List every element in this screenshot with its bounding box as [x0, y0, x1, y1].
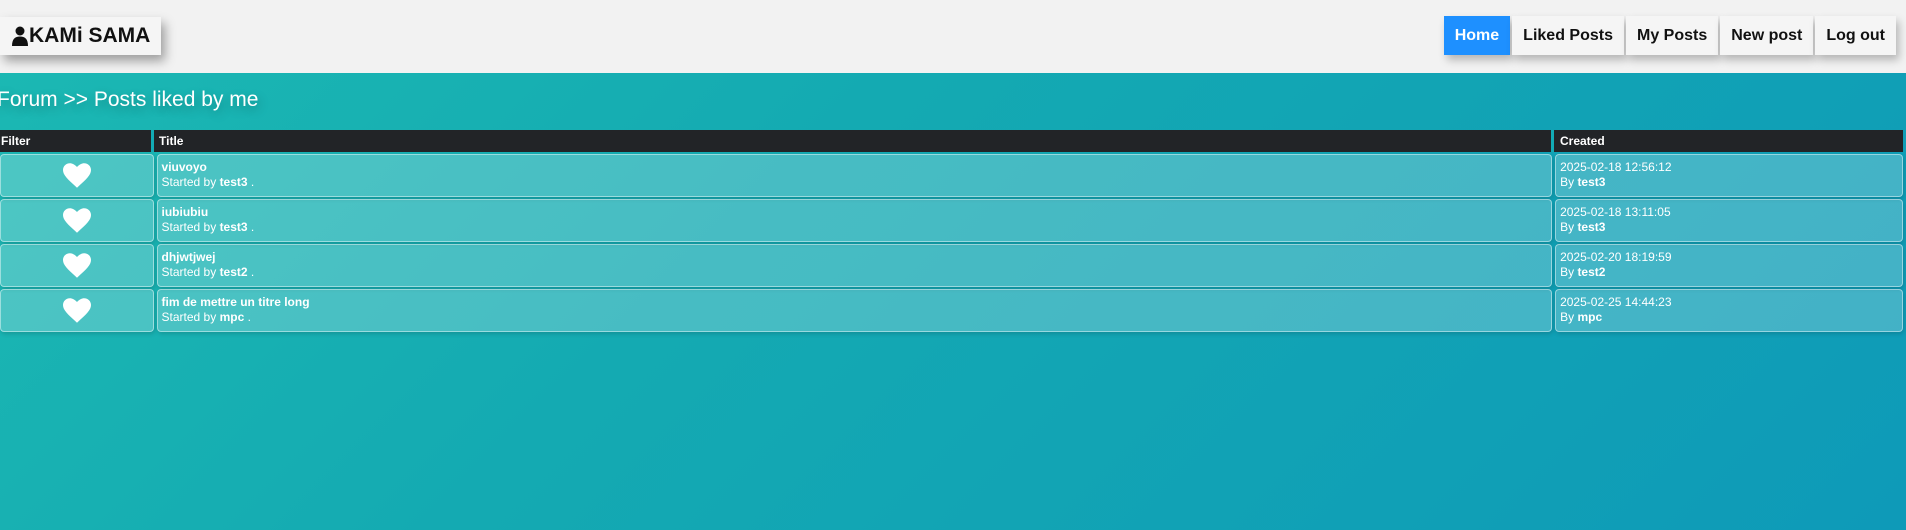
post-author: mpc [219, 310, 245, 324]
heart-icon[interactable] [62, 208, 91, 233]
brand[interactable]: KAMi SAMA [0, 17, 162, 55]
like-toggle-cell[interactable] [0, 289, 154, 332]
nav-home-button[interactable]: Home [1443, 16, 1511, 55]
created-author: test2 [1577, 265, 1606, 279]
post-starter: Started by test3 . [162, 175, 255, 189]
like-toggle-cell[interactable] [0, 154, 154, 197]
table-row: iubiubiu Started by test3 . 2025-02-18 13:… [0, 199, 1903, 242]
column-header-created: Created [1554, 130, 1903, 152]
post-title-cell: iubiubiu Started by test3 . [156, 199, 1553, 242]
user-icon [12, 26, 28, 46]
table-row: fim de mettre un titre long Started by mp… [0, 289, 1903, 332]
created-by: By mpc [1560, 310, 1602, 324]
started-by-label: Started by [161, 220, 217, 234]
suffix-dot: . [250, 265, 255, 279]
brand-name: KAMi SAMA [29, 24, 151, 47]
heart-icon[interactable] [62, 253, 91, 278]
table-row: dhjwtjwej Started by test2 . 2025-02-20 18… [0, 244, 1903, 287]
post-starter: Started by mpc . [162, 310, 251, 324]
started-by-label: Started by [161, 265, 217, 279]
by-label: By [1560, 220, 1575, 234]
post-created-cell: 2025-02-18 12:56:12 By test3 [1555, 154, 1903, 197]
post-title-link[interactable]: dhjwtjwej [162, 250, 1548, 265]
created-by: By test3 [1560, 175, 1605, 189]
suffix-dot: . [250, 220, 255, 234]
post-author: test2 [219, 265, 248, 279]
post-title-link[interactable]: iubiubiu [162, 205, 1548, 220]
created-timestamp: 2025-02-20 18:19:59 [1560, 250, 1672, 264]
post-starter: Started by test3 . [162, 220, 255, 234]
post-title-cell: dhjwtjwej Started by test2 . [156, 244, 1553, 287]
post-created-cell: 2025-02-18 13:11:05 By test3 [1555, 199, 1903, 242]
started-by-label: Started by [161, 310, 217, 324]
created-author: test3 [1577, 175, 1606, 189]
by-label: By [1560, 310, 1575, 324]
nav-liked-posts-button[interactable]: Liked Posts [1512, 16, 1624, 55]
created-author: mpc [1577, 310, 1603, 324]
column-header-filter: Filter [0, 130, 154, 152]
created-by: By test2 [1560, 265, 1605, 279]
like-toggle-cell[interactable] [0, 199, 154, 242]
suffix-dot: . [247, 310, 251, 324]
like-toggle-cell[interactable] [0, 244, 154, 287]
created-timestamp: 2025-02-18 13:11:05 [1560, 205, 1671, 219]
created-timestamp: 2025-02-18 12:56:12 [1560, 160, 1672, 174]
breadcrumb: Forum >> Posts liked by me [0, 88, 259, 111]
post-author: test3 [219, 175, 248, 189]
created-by: By test3 [1560, 220, 1605, 234]
column-header-title: Title [154, 130, 1554, 152]
post-created-cell: 2025-02-20 18:19:59 By test2 [1555, 244, 1903, 287]
by-label: By [1560, 175, 1575, 189]
suffix-dot: . [250, 175, 255, 189]
post-title-cell: fim de mettre un titre long Started by mp… [156, 289, 1553, 332]
table-header: Filter Title Created [0, 130, 1903, 152]
top-navbar: KAMi SAMA Home Liked Posts My Posts New … [0, 0, 1906, 73]
by-label: By [1560, 265, 1575, 279]
started-by-label: Started by [161, 175, 217, 189]
post-title-link[interactable]: fim de mettre un titre long [162, 295, 1548, 310]
post-title-link[interactable]: viuvoyo [162, 160, 1548, 175]
post-author: test3 [219, 220, 248, 234]
nav-new-post-button[interactable]: New post [1720, 16, 1814, 55]
nav-my-posts-button[interactable]: My Posts [1625, 16, 1719, 55]
post-created-cell: 2025-02-25 14:44:23 By mpc [1555, 289, 1903, 332]
heart-icon[interactable] [62, 298, 91, 323]
post-title-cell: viuvoyo Started by test3 . [156, 154, 1553, 197]
nav-log-out-button[interactable]: Log out [1815, 16, 1896, 55]
table-body: viuvoyo Started by test3 . 2025-02-18 12:5… [0, 154, 1903, 332]
heart-icon[interactable] [62, 163, 91, 188]
created-timestamp: 2025-02-25 14:44:23 [1560, 295, 1672, 309]
created-author: test3 [1577, 220, 1606, 234]
table-row: viuvoyo Started by test3 . 2025-02-18 12:5… [0, 154, 1903, 197]
posts-table: Filter Title Created viuvoyo Started by t… [0, 130, 1903, 332]
main-nav: Home Liked Posts My Posts New post Log o… [1442, 16, 1906, 55]
post-starter: Started by test2 . [162, 265, 255, 279]
